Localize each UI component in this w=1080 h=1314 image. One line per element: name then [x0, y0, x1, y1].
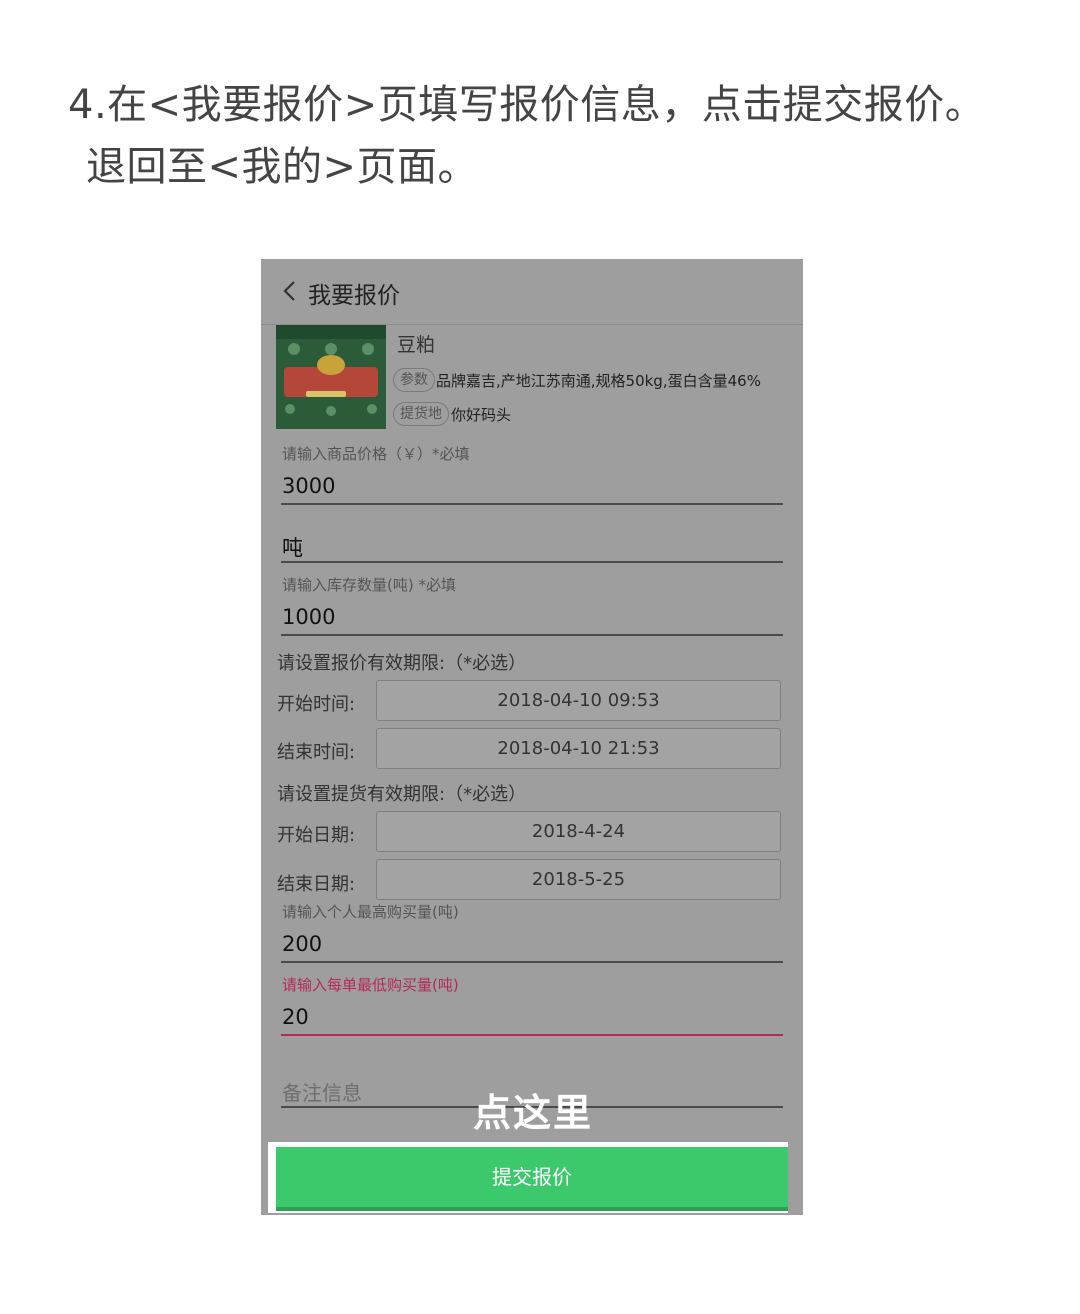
click-here-hint: 点这里 — [473, 1091, 594, 1135]
quote-start-label: 开始时间: — [277, 694, 356, 715]
submit-quote-button[interactable]: 提交报价 — [276, 1147, 788, 1211]
unit-input[interactable]: 吨 — [282, 532, 303, 562]
min-purchase-label: 请输入每单最低购买量(吨) — [282, 976, 459, 994]
phone-screenshot: 我要报价 豆粕 参数 品牌嘉吉,产地江苏南通,规格50kg,蛋白含量46% 提货… — [261, 259, 803, 1215]
quote-start-time-picker[interactable]: 2018-04-10 09:53 — [376, 680, 781, 721]
back-arrow-icon[interactable] — [279, 279, 303, 303]
pickup-end-date-picker[interactable]: 2018-5-25 — [376, 859, 781, 900]
stock-input[interactable]: 1000 — [282, 605, 335, 629]
stock-underline — [281, 634, 783, 636]
max-purchase-label: 请输入个人最高购买量(吨) — [282, 903, 459, 921]
min-purchase-input[interactable]: 20 — [282, 1005, 309, 1029]
page-title: 我要报价 — [308, 283, 400, 309]
param-tag: 参数 — [393, 368, 435, 392]
location-tag: 提货地 — [393, 402, 449, 426]
pickup-end-label: 结束日期: — [277, 874, 356, 895]
quote-period-label: 请设置报价有效期限:（*必选） — [277, 653, 527, 674]
product-thumbnail — [276, 325, 386, 429]
pickup-start-date-picker[interactable]: 2018-4-24 — [376, 811, 781, 852]
price-label: 请输入商品价格（￥）*必填 — [282, 445, 470, 463]
instruction-line-2: 退回至<我的>页面。 — [86, 144, 479, 190]
max-purchase-underline — [281, 961, 783, 963]
top-bar: 我要报价 — [261, 259, 803, 325]
min-purchase-underline — [281, 1034, 783, 1036]
quote-end-time-picker[interactable]: 2018-04-10 21:53 — [376, 728, 781, 769]
pickup-start-label: 开始日期: — [277, 825, 356, 846]
unit-underline — [281, 561, 783, 563]
stock-label: 请输入库存数量(吨) *必填 — [282, 576, 456, 594]
quote-end-label: 结束时间: — [277, 742, 356, 763]
product-params: 品牌嘉吉,产地江苏南通,规格50kg,蛋白含量46% — [436, 372, 761, 390]
pickup-location: 你好码头 — [451, 406, 512, 424]
max-purchase-input[interactable]: 200 — [282, 932, 322, 956]
instruction-line-1: 4.在<我要报价>页填写报价信息，点击提交报价。 — [68, 82, 986, 128]
pickup-period-label: 请设置提货有效期限:（*必选） — [277, 784, 527, 805]
price-underline — [281, 503, 783, 505]
product-name: 豆粕 — [397, 334, 436, 356]
remark-input[interactable]: 备注信息 — [282, 1077, 362, 1106]
price-input[interactable]: 3000 — [282, 474, 335, 498]
